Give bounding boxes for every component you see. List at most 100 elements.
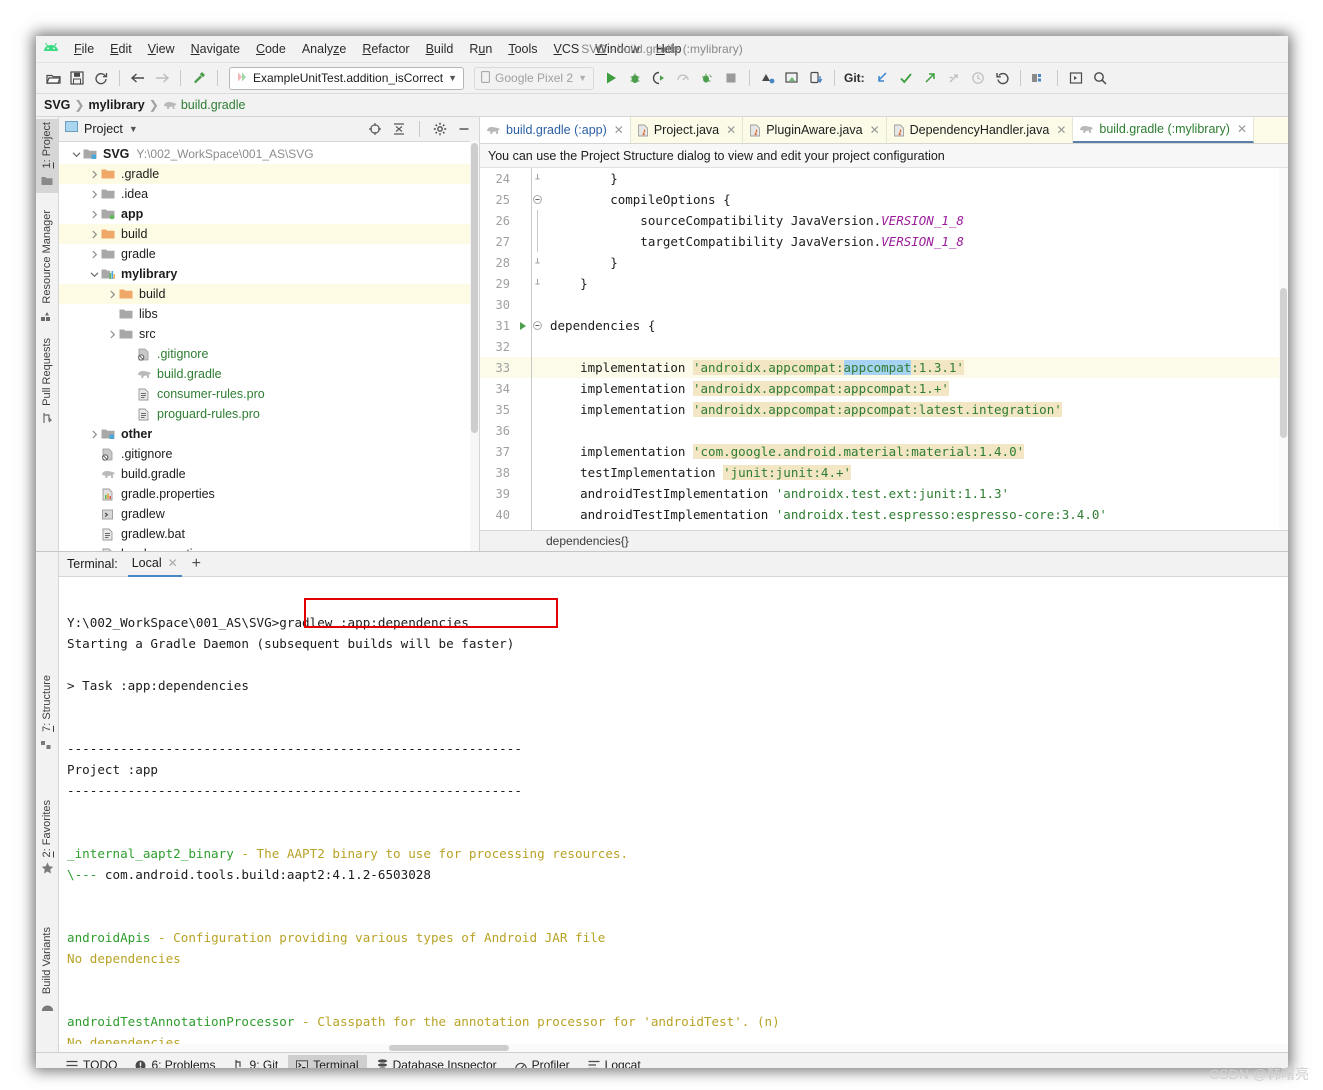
project-tree[interactable]: SVG Y:\002_WorkSpace\001_AS\SVG .gradle .id… <box>59 142 479 551</box>
code-line[interactable]: 26 sourceCompatibility JavaVersion.VERSI… <box>480 210 1288 231</box>
project-structure-icon[interactable] <box>1028 67 1050 89</box>
code-line[interactable]: 24 } <box>480 168 1288 189</box>
chevron-down-icon-project[interactable]: ▼ <box>129 124 138 134</box>
tree-node--gitignore[interactable]: .gitignore <box>59 444 479 464</box>
chevron-down-icon[interactable] <box>87 270 101 279</box>
open-project-icon[interactable] <box>42 67 64 89</box>
status-tab-6-problems[interactable]: 6: Problems <box>127 1055 223 1068</box>
code-line[interactable]: 41} <box>480 525 1288 530</box>
debug-button[interactable] <box>624 67 646 89</box>
code-line[interactable]: 34 implementation 'androidx.appcompat:ap… <box>480 378 1288 399</box>
terminal-hscrollbar[interactable] <box>59 1044 1288 1052</box>
tool-tab-pull-requests[interactable]: Pull Requests <box>36 335 58 431</box>
code-line[interactable]: 33 implementation 'androidx.appcompat:ap… <box>480 357 1288 378</box>
code-line[interactable]: 36 <box>480 420 1288 441</box>
tree-node-local-properties[interactable]: local.properties <box>59 544 479 551</box>
add-terminal-tab-button[interactable]: + <box>192 556 201 572</box>
project-scrollbar[interactable] <box>470 141 479 551</box>
tool-tab-7-structure[interactable]: 7: Structure <box>36 672 58 757</box>
chevron-right-icon[interactable] <box>87 230 101 239</box>
editor-tab-build-gradle-app-[interactable]: build.gradle (:app) ✕ <box>480 117 631 143</box>
tree-node-other[interactable]: other <box>59 424 479 444</box>
close-icon[interactable]: ✕ <box>168 556 178 570</box>
chevron-right-icon[interactable] <box>105 330 119 339</box>
sync-refresh-icon[interactable] <box>90 67 112 89</box>
gutter-fold-icon[interactable] <box>530 174 544 183</box>
tree-node--gitignore[interactable]: .gitignore <box>59 344 479 364</box>
menu-item-navigate[interactable]: Navigate <box>183 40 248 58</box>
device-selector[interactable]: Google Pixel 2 ▼ <box>474 66 594 90</box>
editor-tab-build-gradle-mylibrary-[interactable]: build.gradle (:mylibrary) ✕ <box>1073 117 1255 143</box>
status-tab-terminal[interactable]: Terminal <box>288 1055 367 1068</box>
tree-node-gradle[interactable]: gradle <box>59 244 479 264</box>
close-icon[interactable]: ✕ <box>1237 122 1247 136</box>
menu-item-build[interactable]: Build <box>418 40 462 58</box>
gutter-fold-icon[interactable] <box>530 279 544 288</box>
save-all-icon[interactable] <box>66 67 88 89</box>
back-arrow-icon[interactable] <box>127 67 149 89</box>
close-icon[interactable]: ✕ <box>726 123 736 137</box>
build-hammer-icon[interactable] <box>188 67 210 89</box>
status-tab-profiler[interactable]: Profiler <box>507 1055 578 1068</box>
tree-node-app[interactable]: app <box>59 204 479 224</box>
tree-node-svg[interactable]: SVG Y:\002_WorkSpace\001_AS\SVG <box>59 144 479 164</box>
project-scrollbar-thumb[interactable] <box>471 143 478 433</box>
chevron-right-icon[interactable] <box>87 210 101 219</box>
code-line[interactable]: 40 androidTestImplementation 'androidx.t… <box>480 504 1288 525</box>
scroll-from-source-icon[interactable] <box>366 120 384 138</box>
status-tab-database-inspector[interactable]: Database Inspector <box>369 1055 505 1068</box>
terminal-hscrollbar-thumb[interactable] <box>389 1045 509 1051</box>
code-line[interactable]: 37 implementation 'com.google.android.ma… <box>480 441 1288 462</box>
code-line[interactable]: 29 } <box>480 273 1288 294</box>
tree-node--idea[interactable]: .idea <box>59 184 479 204</box>
device-file-explorer-icon[interactable] <box>805 67 827 89</box>
tree-node--gradle[interactable]: .gradle <box>59 164 479 184</box>
tree-node-libs[interactable]: libs <box>59 304 479 324</box>
menu-item-edit[interactable]: Edit <box>102 40 140 58</box>
menu-item-refactor[interactable]: Refactor <box>354 40 417 58</box>
tree-node-gradlew[interactable]: gradlew <box>59 504 479 524</box>
git-commit-icon[interactable] <box>895 67 917 89</box>
close-icon[interactable]: ✕ <box>870 123 880 137</box>
tree-node-proguard-rules-pro[interactable]: proguard-rules.pro <box>59 404 479 424</box>
menu-item-file[interactable]: File <box>66 40 102 58</box>
gutter-fold-icon[interactable] <box>530 195 544 204</box>
layout-inspector-icon[interactable] <box>1065 67 1087 89</box>
code-editor[interactable]: 24 } 25 compileOptions {26 sourceCompatib… <box>480 168 1288 530</box>
code-line[interactable]: 28 } <box>480 252 1288 273</box>
chevron-right-icon[interactable] <box>87 250 101 259</box>
code-line[interactable]: 39 androidTestImplementation 'androidx.t… <box>480 483 1288 504</box>
status-tab-logcat[interactable]: Logcat <box>580 1055 649 1068</box>
editor-scrollbar[interactable] <box>1279 168 1288 530</box>
breadcrumb-file[interactable]: build.gradle <box>181 98 246 112</box>
close-icon[interactable]: ✕ <box>614 123 624 137</box>
breadcrumb-module[interactable]: mylibrary <box>88 98 144 112</box>
tree-node-build-gradle[interactable]: build.gradle <box>59 464 479 484</box>
tree-node-consumer-rules-pro[interactable]: consumer-rules.pro <box>59 384 479 404</box>
chevron-right-icon[interactable] <box>87 190 101 199</box>
status-tab-todo[interactable]: TODO <box>58 1055 125 1068</box>
menu-item-run[interactable]: Run <box>461 40 500 58</box>
avd-manager-icon[interactable] <box>757 67 779 89</box>
editor-tab-dependencyhandler-java[interactable]: DependencyHandler.java ✕ <box>886 117 1074 143</box>
editor-tab-project-java[interactable]: Project.java ✕ <box>630 117 744 143</box>
tool-tab-resource-manager[interactable]: Resource Manager <box>36 207 58 329</box>
code-line[interactable]: 31 dependencies { <box>480 315 1288 336</box>
gutter-fold-icon[interactable] <box>530 210 544 231</box>
menu-item-analyze[interactable]: Analyze <box>294 40 354 58</box>
hide-panel-icon[interactable] <box>455 120 473 138</box>
tree-node-build[interactable]: build <box>59 224 479 244</box>
git-revert-icon[interactable] <box>991 67 1013 89</box>
gutter-run-icon[interactable] <box>516 321 530 331</box>
code-line[interactable]: 30 <box>480 294 1288 315</box>
breadcrumb-project[interactable]: SVG <box>44 98 70 112</box>
git-update-icon[interactable] <box>871 67 893 89</box>
chevron-right-icon[interactable] <box>87 170 101 179</box>
run-button[interactable] <box>600 67 622 89</box>
code-line[interactable]: 32 <box>480 336 1288 357</box>
gutter-fold-icon[interactable] <box>530 321 544 330</box>
sdk-manager-icon[interactable] <box>781 67 803 89</box>
tool-tab-2-favorites[interactable]: 2: Favorites <box>36 797 58 882</box>
code-line[interactable]: 27 targetCompatibility JavaVersion.VERSI… <box>480 231 1288 252</box>
terminal-output[interactable]: Y:\002_WorkSpace\001_AS\SVG>gradlew :app… <box>59 577 1288 1052</box>
